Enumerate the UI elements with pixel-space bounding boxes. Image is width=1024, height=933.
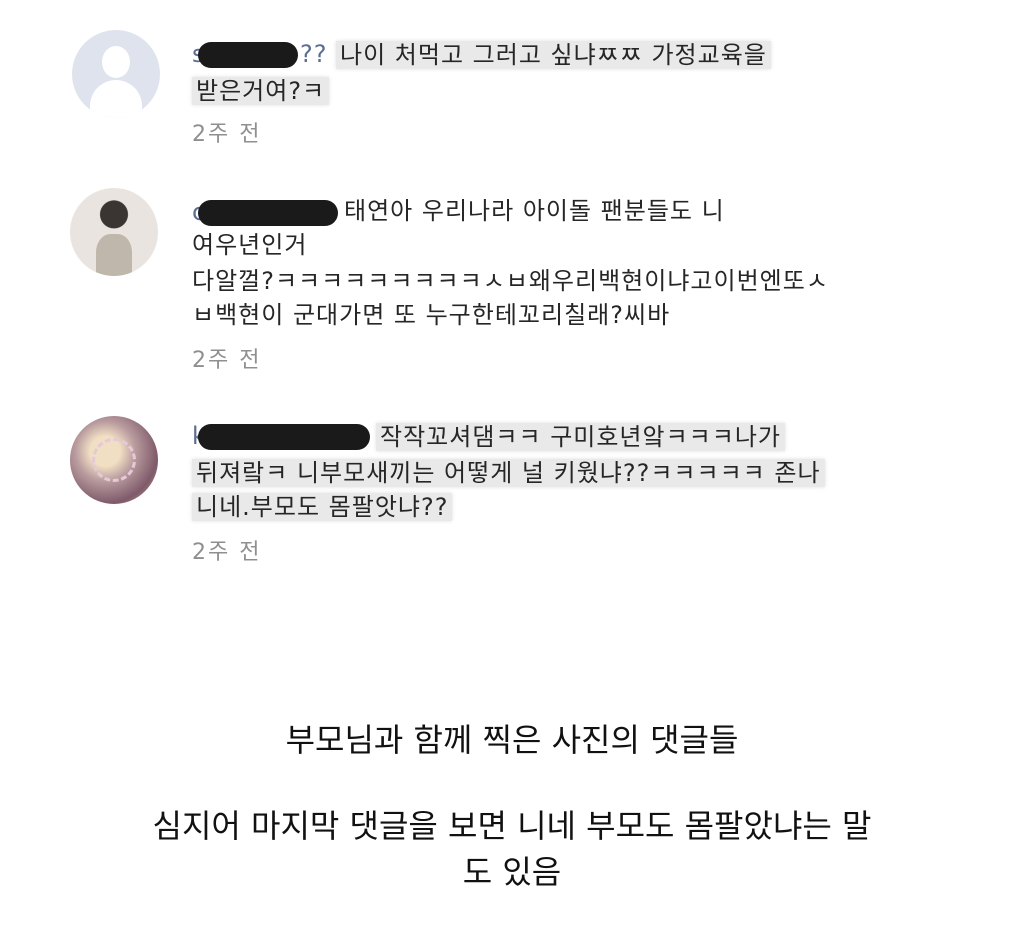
comment-text-line: ㅂ백현이 군대가면 또 누구한테꼬리칠래?씨바 [192,301,671,329]
caption-line-1: 부모님과 함께 찍은 사진의 댓글들 [285,721,739,759]
comment-timestamp: 2주 전 [192,540,262,565]
comment-text-line: 나이 처먹고 그러고 싶냐ㅉㅉ 가정교육을 [336,38,771,72]
redaction-bar [198,200,338,226]
profile-photo-avatar[interactable] [70,416,158,504]
comment-text-line: 다알껄?ㅋㅋㅋㅋㅋㅋㅋㅋㅋㅅㅂ왜우리백현이냐고이번엔또ㅅ [192,267,829,295]
comment-text-line: 뒤져랔ㅋ 니부모새끼는 어떻게 널 키웠냐??ㅋㅋㅋㅋㅋ 존나 [192,456,825,490]
comment-text-line: 작작꼬셔댐ㅋㅋ 구미호년앜ㅋㅋㅋ나가 [376,420,785,454]
redaction-bar [198,424,370,450]
comment-text-line: 태연아 우리나라 아이돌 팬분들도 니 [344,197,725,225]
avatar-shoulders [90,80,142,118]
caption-line-3: 도 있음 [462,853,562,891]
comment-username-tail: ?? [300,40,328,68]
comment-timestamp: 2주 전 [192,348,262,373]
caption-line-2: 심지어 마지막 댓글을 보면 니네 부모도 몸팔았냐는 말 [152,807,872,845]
comment-text-line: 니네.부모도 몸팔앗냐?? [192,490,453,524]
comment-text-line: 받은거여?ㅋ [192,74,330,108]
profile-photo-avatar[interactable] [70,188,158,276]
redaction-bar [198,42,298,68]
avatar-decoration [92,438,136,482]
avatar-head [102,46,130,78]
default-avatar-icon[interactable] [72,30,160,118]
avatar-figure [96,234,132,276]
comment-timestamp: 2주 전 [192,122,262,147]
comment-text-line: 여우년인거 [192,231,308,259]
